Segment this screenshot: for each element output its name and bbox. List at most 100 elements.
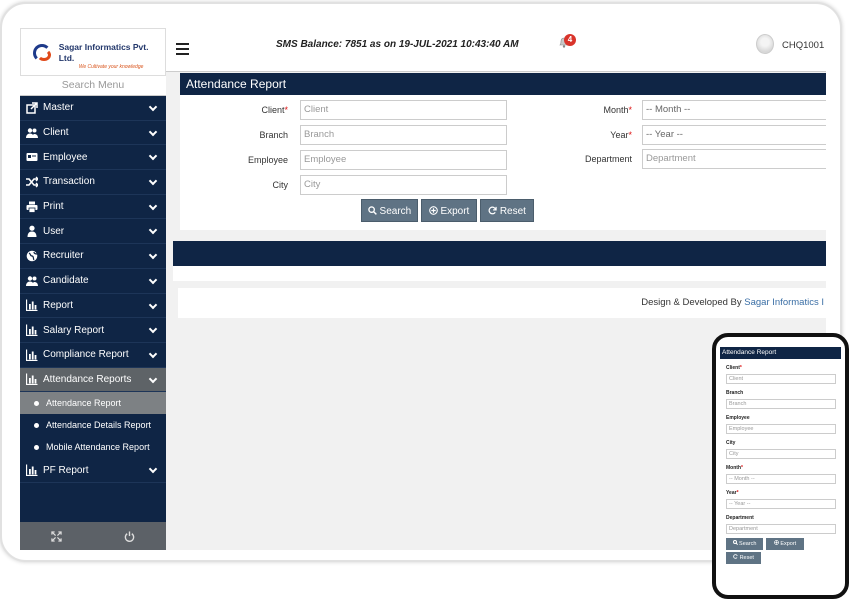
- sidebar-item-label: Attendance Reports: [43, 373, 132, 385]
- phone-client-field[interactable]: Client: [726, 374, 836, 384]
- notification-badge: 4: [564, 34, 576, 46]
- phone-city-field[interactable]: City: [726, 449, 836, 459]
- bullet-icon: [34, 423, 39, 429]
- phone-export-button[interactable]: Export: [766, 538, 804, 550]
- bar-chart-icon: [26, 464, 38, 477]
- export-button[interactable]: Export: [421, 199, 477, 222]
- sidebar-item-salary-report[interactable]: Salary Report: [20, 318, 166, 343]
- chevron-down-icon: [148, 226, 158, 235]
- page-title: Attendance Report: [180, 73, 826, 95]
- employee-field[interactable]: Employee: [300, 150, 507, 170]
- phone-month-select[interactable]: -- Month --: [726, 474, 836, 484]
- chevron-down-icon: [148, 324, 158, 334]
- sidebar-subitem-attendance-details-report[interactable]: Attendance Details Report: [20, 414, 166, 437]
- phone-frame: Attendance Report Client* Client Branch …: [712, 333, 849, 599]
- users-icon: [26, 275, 38, 286]
- bar-chart-icon: [26, 324, 38, 337]
- company-tagline: We Cultivate your knowledge: [78, 64, 144, 70]
- search-button[interactable]: Search: [361, 199, 418, 222]
- client-label: Client*: [261, 105, 288, 115]
- phone-employee-field[interactable]: Employee: [726, 424, 836, 434]
- phone-year-select[interactable]: -- Year --: [726, 499, 836, 509]
- month-select[interactable]: -- Month --: [642, 100, 826, 120]
- sidebar-item-employee[interactable]: Employee: [20, 145, 166, 171]
- sidebar-item-label: Employee: [43, 151, 88, 163]
- sidebar-subitem-attendance-report[interactable]: Attendance Report: [20, 392, 166, 415]
- sidebar-item-label: Compliance Report: [43, 349, 129, 361]
- sidebar-item-label: Recruiter: [43, 250, 84, 262]
- employee-label: Employee: [247, 155, 288, 165]
- export-icon: [773, 540, 779, 545]
- year-select[interactable]: -- Year --: [642, 125, 826, 145]
- company-name: Sagar Informatics Pvt. Ltd.: [58, 42, 149, 63]
- search-button-label: Search: [379, 206, 412, 217]
- sidebar-footer: [20, 522, 166, 550]
- user-icon: [27, 225, 37, 238]
- search-icon: [367, 206, 377, 215]
- power-icon[interactable]: [124, 530, 135, 542]
- branch-field[interactable]: Branch: [300, 125, 507, 145]
- company-logo[interactable]: Sagar Informatics Pvt. Ltd. We Cultivate…: [20, 28, 166, 76]
- chevron-down-icon: [148, 152, 158, 161]
- city-label: City: [272, 180, 289, 190]
- phone-page-title: Attendance Report: [720, 347, 841, 359]
- sidebar-item-report[interactable]: Report: [20, 294, 166, 319]
- sidebar-item-transaction[interactable]: Transaction: [20, 170, 166, 195]
- phone-branch-field[interactable]: Branch: [726, 399, 836, 409]
- sidebar-item-compliance-report[interactable]: Compliance Report: [20, 343, 166, 368]
- top-bar: SMS Balance: 7851 as on 19-JUL-2021 10:4…: [166, 28, 826, 72]
- phone-reset-button[interactable]: Reset: [726, 552, 761, 564]
- hamburger-menu-icon[interactable]: [176, 43, 189, 58]
- sidebar-item-print[interactable]: Print: [20, 195, 166, 220]
- sidebar-item-label: Print: [43, 201, 64, 213]
- sidebar-subitem-label: Attendance Details Report: [46, 420, 152, 431]
- refresh-icon: [733, 554, 738, 559]
- export-icon: [428, 206, 438, 215]
- chevron-down-icon: [148, 349, 158, 359]
- sidebar-item-user[interactable]: User: [20, 219, 166, 245]
- sidebar-item-master[interactable]: Master: [20, 96, 166, 121]
- year-label: Year*: [610, 130, 632, 140]
- user-code[interactable]: CHQ1001 [: [782, 40, 826, 51]
- footer-brand-link[interactable]: Sagar Informatics I: [744, 297, 824, 308]
- fullscreen-icon[interactable]: [51, 530, 62, 542]
- phone-screen: Attendance Report Client* Client Branch …: [720, 347, 841, 592]
- phone-employee-label: Employee: [726, 415, 750, 421]
- phone-department-field[interactable]: Department: [726, 524, 836, 534]
- city-field[interactable]: City: [300, 175, 507, 195]
- sidebar-item-label: Salary Report: [43, 324, 105, 336]
- client-field[interactable]: Client: [300, 100, 507, 120]
- reset-button[interactable]: Reset: [480, 199, 534, 222]
- reset-button-label: Reset: [499, 206, 526, 217]
- sidebar-subitem-label: Attendance Report: [46, 398, 122, 409]
- phone-month-label: Month*: [726, 465, 743, 471]
- sidebar-item-label: Report: [43, 299, 74, 311]
- branch-label: Branch: [259, 130, 288, 140]
- refresh-icon: [488, 206, 497, 215]
- shuffle-icon: [26, 176, 38, 188]
- sidebar-item-label: User: [43, 225, 65, 237]
- department-field[interactable]: Department: [642, 149, 826, 169]
- phone-client-label: Client*: [726, 365, 742, 371]
- bar-chart-icon: [26, 373, 38, 386]
- chevron-down-icon: [148, 201, 158, 210]
- footer-credit: Design & Developed By: [641, 297, 745, 308]
- phone-search-button[interactable]: Search: [726, 538, 763, 550]
- sidebar-item-attendance-reports[interactable]: Attendance Reports: [20, 367, 166, 393]
- chevron-down-icon: [148, 250, 158, 260]
- sidebar-subitem-mobile-attendance-report[interactable]: Mobile Attendance Report: [20, 436, 166, 459]
- external-link-icon: [26, 102, 38, 114]
- sidebar-item-label: PF Report: [43, 464, 89, 476]
- sidebar-item-recruiter[interactable]: Recruiter: [20, 244, 166, 269]
- sidebar-item-candidate[interactable]: Candidate: [20, 269, 166, 294]
- globe-icon: [26, 250, 38, 262]
- sidebar-item-pf-report[interactable]: PF Report: [20, 458, 166, 483]
- avatar[interactable]: [756, 34, 774, 54]
- phone-search-label: Search: [739, 541, 757, 547]
- department-label: Department: [584, 154, 632, 164]
- search-menu-input[interactable]: Search Menu: [20, 76, 166, 96]
- sidebar-item-client[interactable]: Client: [20, 121, 166, 146]
- print-icon: [26, 201, 38, 213]
- phone-city-label: City: [726, 440, 736, 446]
- sidebar-item-label: Master: [43, 102, 74, 114]
